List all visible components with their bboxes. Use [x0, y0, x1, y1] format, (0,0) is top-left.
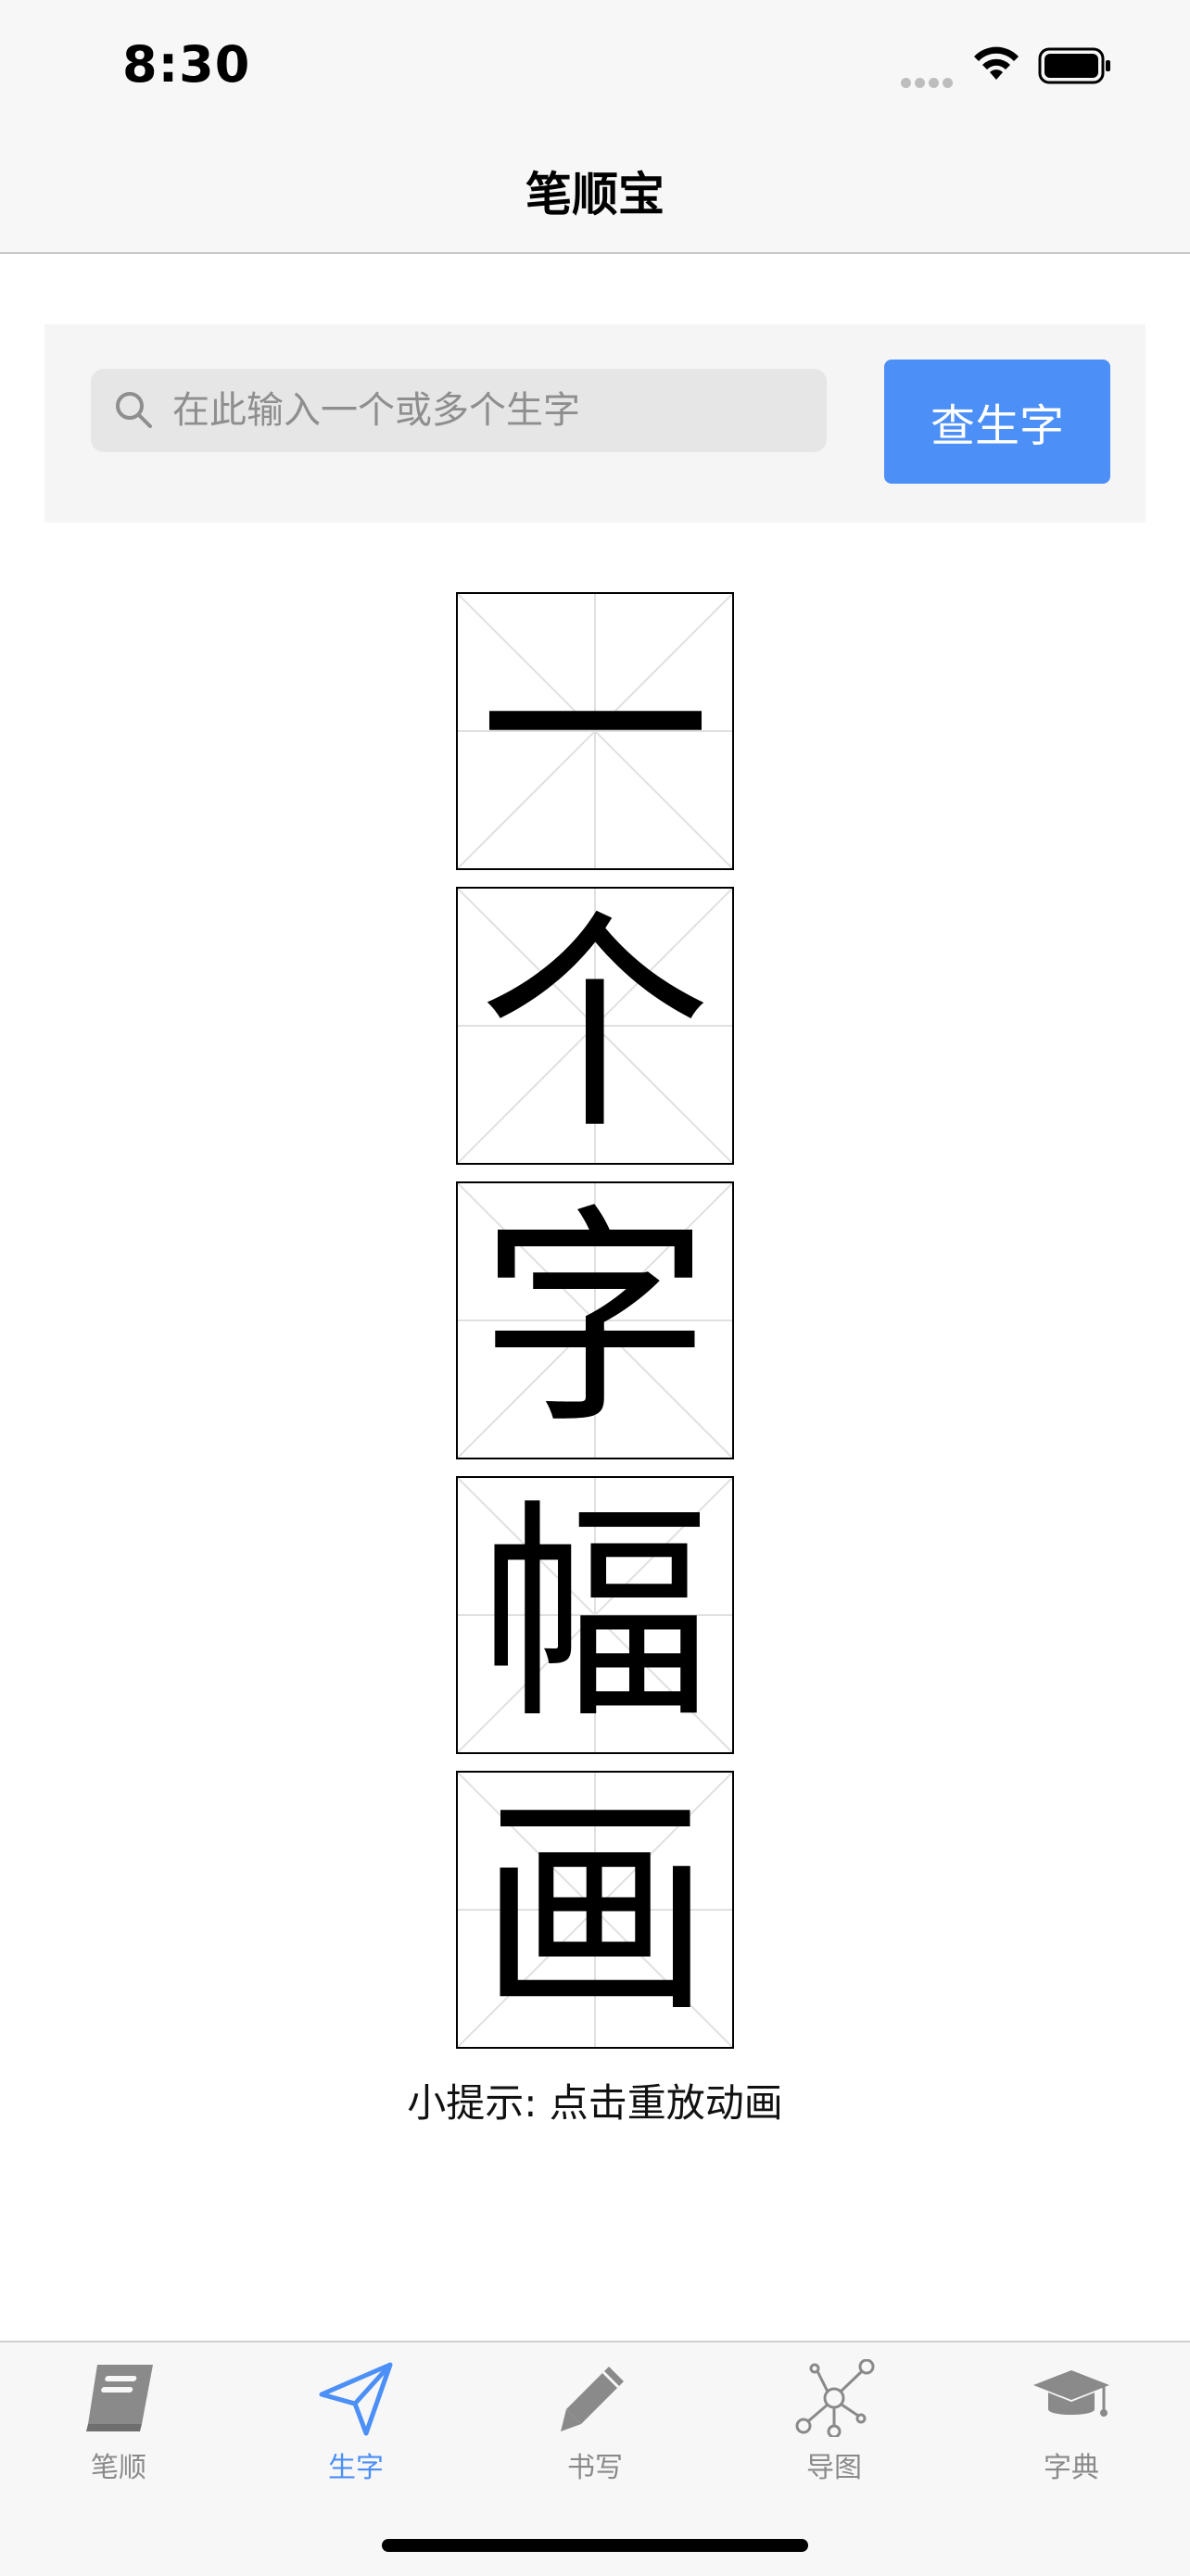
pencil-icon: [561, 2367, 624, 2431]
character-glyph: 个: [479, 890, 711, 1160]
character-glyph: 一: [479, 596, 711, 865]
book-icon: [86, 2365, 153, 2431]
search-input[interactable]: [172, 369, 812, 452]
character-card[interactable]: 幅: [456, 1476, 734, 1754]
search-panel: 查生字: [44, 324, 1146, 523]
tab-label: 笔顺: [91, 2452, 146, 2484]
graduation-cap-icon: [1033, 2370, 1109, 2417]
character-glyph: 幅: [479, 1480, 711, 1749]
character-list: 一 个 字 幅 画: [456, 592, 734, 2065]
paper-plane-icon: [319, 2362, 393, 2436]
tab-label: 字典: [1044, 2452, 1099, 2484]
status-bar: 8:30: [0, 0, 1190, 130]
character-card[interactable]: 个: [456, 887, 734, 1165]
search-button[interactable]: 查生字: [884, 360, 1110, 484]
character-card[interactable]: 字: [456, 1181, 734, 1459]
tab-label: 生字: [328, 2452, 384, 2484]
tab-stroke-order[interactable]: 笔顺: [26, 2359, 211, 2498]
page-title: 笔顺宝: [525, 168, 665, 221]
tab-writing[interactable]: 书写: [502, 2359, 688, 2498]
tab-label: 书写: [567, 2452, 623, 2484]
search-field[interactable]: [91, 369, 827, 452]
home-indicator[interactable]: [382, 2539, 808, 2552]
character-glyph: 字: [479, 1185, 711, 1455]
character-card[interactable]: 一: [456, 592, 734, 870]
character-card[interactable]: 画: [456, 1771, 734, 2049]
navigation-bar: 笔顺宝: [0, 130, 1190, 254]
tab-new-characters[interactable]: 生字: [263, 2359, 449, 2498]
character-glyph: 画: [479, 1774, 711, 2044]
mind-map-icon: [795, 2359, 875, 2437]
tab-label: 导图: [806, 2452, 862, 2484]
tab-dictionary[interactable]: 字典: [979, 2359, 1164, 2498]
status-time: 8:30: [122, 35, 251, 94]
wifi-icon: [974, 46, 1019, 80]
tab-mind-map[interactable]: 导图: [741, 2359, 927, 2498]
replay-hint: 小提示: 点击重放动画: [407, 2080, 783, 2126]
cellular-signal-icon: [901, 74, 956, 92]
search-icon: [116, 392, 152, 428]
battery-icon: [1038, 47, 1110, 84]
